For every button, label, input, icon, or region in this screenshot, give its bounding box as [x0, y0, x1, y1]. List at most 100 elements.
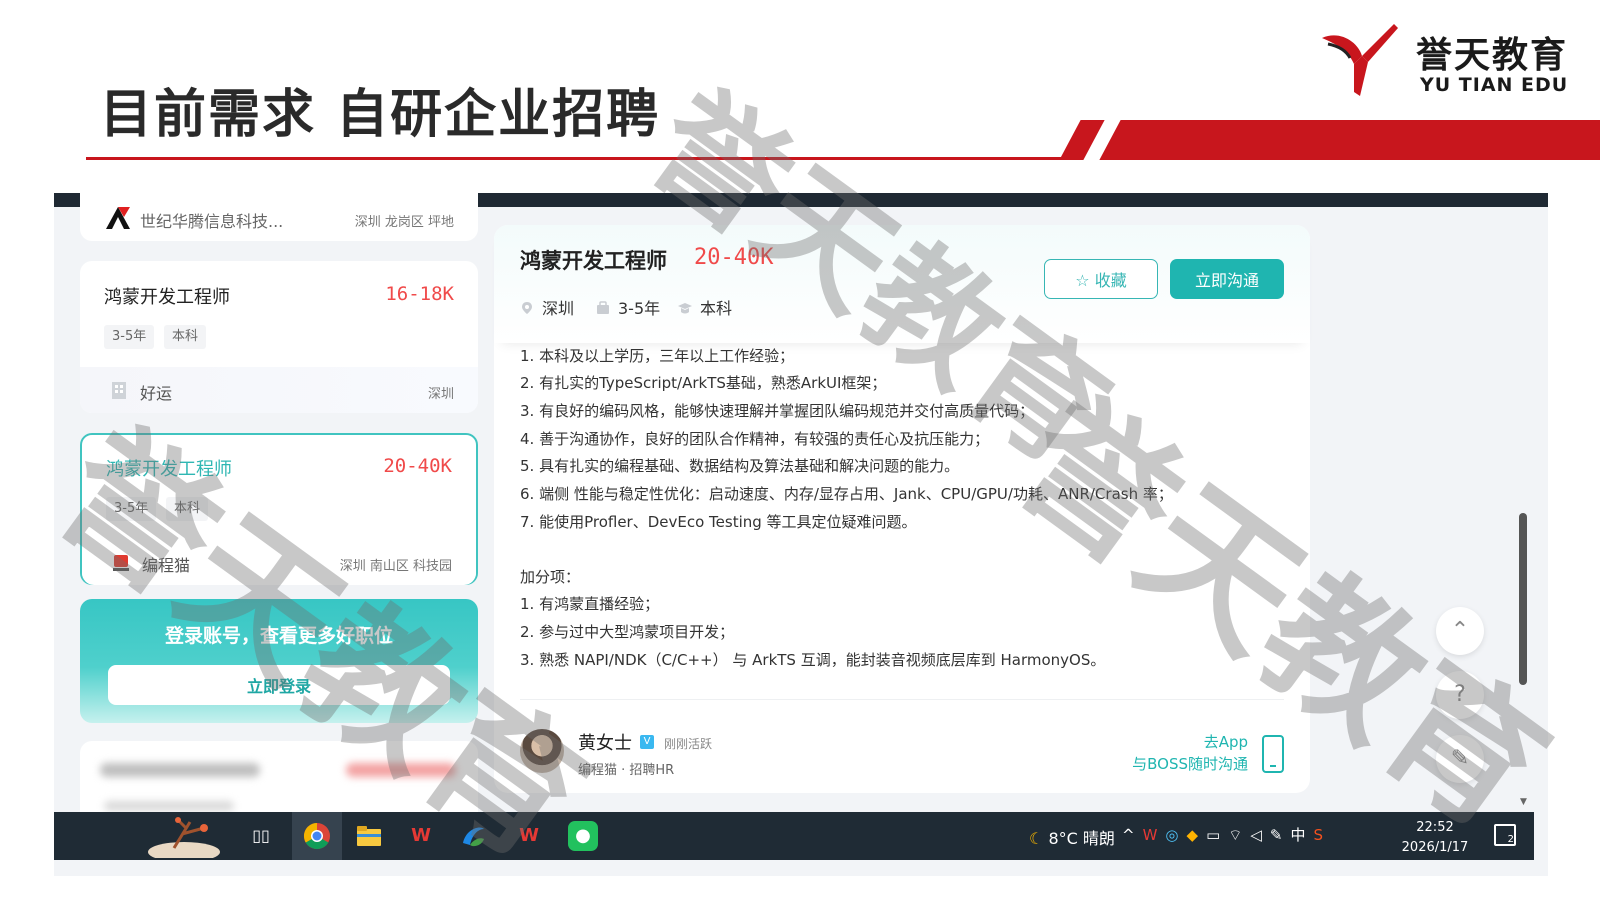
tray-search-icon[interactable]: ◎: [1165, 826, 1186, 844]
feedback-icon[interactable]: ✎: [1436, 735, 1484, 783]
volume-icon[interactable]: ◁: [1250, 826, 1270, 844]
moon-icon: ☾: [1029, 829, 1049, 848]
favorite-button[interactable]: ☆ 收藏: [1044, 259, 1158, 299]
meta-degree: 本科: [678, 295, 732, 319]
wps-office-icon[interactable]: W: [406, 821, 436, 851]
brand-name-cn: 誉天教育: [1416, 35, 1569, 76]
briefcase-icon: [597, 301, 609, 314]
meta-experience: 3-5年: [596, 295, 660, 319]
tag-degree: 本科: [164, 325, 207, 349]
recruiter-role: 编程猫 · 招聘HR: [578, 763, 675, 778]
wifi-icon[interactable]: ⌔: [1228, 826, 1250, 844]
battery-icon[interactable]: ▭: [1206, 826, 1228, 844]
company-name: 世纪华腾信息科技...: [140, 212, 284, 231]
blurred-salary: [346, 763, 456, 777]
clock[interactable]: 22:52 2026/1/17: [1390, 818, 1480, 858]
company-location: 深圳 南山区 科技园: [339, 559, 452, 574]
windows-taskbar: ▯▯ W W ● ☾ 8°C 晴朗 ^W◎◆▭⌔◁✎中S 22:52 2026/…: [54, 812, 1534, 860]
company-logo-icon: [106, 207, 130, 229]
go-app-link[interactable]: 去App 与BOSS随时沟通: [1132, 731, 1248, 775]
bonus-line: 3. 熟悉 NAPI/NDK（C/C++） 与 ArkTS 互调，能封装音视频底…: [520, 651, 1106, 669]
login-promo-card: 登录账号，查看更多好职位 立即登录: [80, 599, 478, 723]
company-name: 好运: [140, 384, 173, 403]
star-icon: ☆: [1075, 271, 1095, 290]
go-app-line2: 与BOSS随时沟通: [1132, 755, 1248, 773]
recruiter-name: 黄女士: [578, 733, 632, 754]
requirement-line: 5. 具有扎实的编程基础、数据结构及算法基础和解决问题的能力。: [520, 457, 960, 475]
tray-expand-icon[interactable]: ^: [1122, 826, 1143, 844]
job-title: 鸿蒙开发工程师: [104, 287, 230, 308]
file-explorer-icon[interactable]: [354, 821, 384, 851]
login-promo-text: 登录账号，查看更多好职位: [164, 625, 393, 647]
job-title: 鸿蒙开发工程师: [106, 459, 232, 480]
screenshot-region: 世纪华腾信息科技... 深圳 龙岗区 坪地 鸿蒙开发工程师 16-18K 3-5…: [54, 193, 1548, 876]
requirement-line: 1. 本科及以上学历，三年以上工作经验；: [520, 347, 795, 365]
tag-experience: 3-5年: [104, 325, 155, 349]
blurred-tags: [104, 801, 234, 811]
location-pin-icon: [522, 302, 532, 314]
meta-degree-label: 本科: [700, 299, 733, 318]
job-detail-panel: 鸿蒙开发工程师 20-40K 深圳 3-5年 本科 ☆ 收藏 立即沟通 1. 本…: [494, 225, 1310, 793]
task-view-icon[interactable]: ▯▯: [246, 821, 276, 851]
tag-degree: 本科: [166, 497, 209, 521]
building-icon: [112, 382, 126, 399]
job-card[interactable]: 鸿蒙开发工程师 16-18K 3-5年 本科 好运 深圳: [80, 261, 478, 413]
tag-experience: 3-5年: [106, 497, 157, 521]
decor-red-slash: [1059, 120, 1105, 160]
slide-title: 目前需求 自研企业招聘: [100, 85, 661, 145]
graduation-cap-icon: [678, 303, 692, 314]
pen-icon[interactable]: ✎: [1270, 826, 1291, 844]
verified-badge-icon: V: [640, 735, 654, 749]
favorite-label: 收藏: [1094, 271, 1127, 290]
brand-name-en: YU TIAN EDU: [1420, 74, 1569, 96]
go-app-line1: 去App: [1203, 733, 1248, 751]
yutian-logo-icon: [1322, 24, 1398, 96]
cat-logo-icon: [113, 555, 129, 571]
job-card-partial[interactable]: 世纪华腾信息科技... 深圳 龙岗区 坪地: [80, 193, 478, 241]
notification-center-icon[interactable]: 2: [1494, 824, 1516, 846]
phone-icon[interactable]: [1262, 735, 1284, 773]
login-button[interactable]: 立即登录: [108, 665, 450, 705]
detail-salary: 20-40K: [694, 245, 774, 270]
scroll-down-arrow-icon[interactable]: ▼: [1520, 797, 1527, 807]
bonus-heading: 加分项：: [520, 568, 581, 586]
title-underline: [86, 157, 1062, 160]
shield-icon[interactable]: ◆: [1187, 826, 1207, 844]
requirement-line: 4. 善于沟通协作，良好的团队合作精神，有较强的责任心及抗压能力；: [520, 430, 990, 448]
chrome-icon[interactable]: [302, 821, 332, 851]
bonus-line: 1. 有鸿蒙直播经验；: [520, 595, 660, 613]
company-name: 编程猫: [142, 556, 191, 575]
wechat-icon[interactable]: ●: [568, 821, 598, 851]
job-card-selected[interactable]: 鸿蒙开发工程师 20-40K 3-5年 本科 编程猫 深圳 南山区 科技园: [80, 433, 478, 585]
requirement-line: 2. 有扎实的TypeScript/ArkTS基础，熟悉ArkUI框架；: [520, 374, 887, 392]
recruiter-avatar[interactable]: [520, 729, 564, 773]
requirement-line: 7. 能使用Profler、DevEco Testing 等工具定位疑难问题。: [520, 513, 917, 531]
decor-red-band: [1099, 120, 1600, 160]
taskbar-decoration-icon: [148, 817, 220, 858]
requirement-line: 6. 端侧 性能与稳定性优化：启动速度、内存/显存占用、Jank、CPU/GPU…: [520, 485, 1173, 503]
divider: [520, 699, 1284, 700]
job-card-footer: 好运 深圳: [80, 367, 478, 413]
requirement-line: 3. 有良好的编码风格，能够快速理解并掌握团队编码规范并交付高质量代码；: [520, 402, 1035, 420]
sogou-icon[interactable]: S: [1314, 826, 1332, 844]
browser-app-icon[interactable]: [458, 821, 488, 851]
tray-app-icon[interactable]: W: [1143, 826, 1166, 844]
input-method-indicator[interactable]: 中: [1290, 826, 1313, 844]
scrollbar-thumb[interactable]: [1519, 513, 1527, 685]
back-to-top-icon[interactable]: ⌃: [1436, 607, 1484, 655]
clock-date: 2026/1/17: [1401, 840, 1469, 855]
system-tray: ^W◎◆▭⌔◁✎中S: [1122, 824, 1331, 845]
company-location: 深圳 龙岗区 坪地: [354, 215, 454, 230]
chat-now-button[interactable]: 立即沟通: [1170, 259, 1284, 299]
detail-job-title: 鸿蒙开发工程师: [520, 249, 667, 273]
job-salary: 20-40K: [383, 455, 452, 477]
wps-icon[interactable]: W: [514, 821, 544, 851]
blurred-title: [100, 763, 260, 777]
help-icon[interactable]: ?: [1436, 671, 1484, 719]
weather-widget[interactable]: ☾ 8°C 晴朗: [1029, 825, 1115, 849]
meta-city-label: 深圳: [542, 299, 575, 318]
clock-time: 22:52: [1416, 820, 1454, 835]
recruiter-status: 刚刚活跃: [664, 737, 713, 751]
meta-experience-label: 3-5年: [618, 299, 661, 318]
job-detail-header: 鸿蒙开发工程师 20-40K 深圳 3-5年 本科 ☆ 收藏 立即沟通: [494, 225, 1310, 343]
